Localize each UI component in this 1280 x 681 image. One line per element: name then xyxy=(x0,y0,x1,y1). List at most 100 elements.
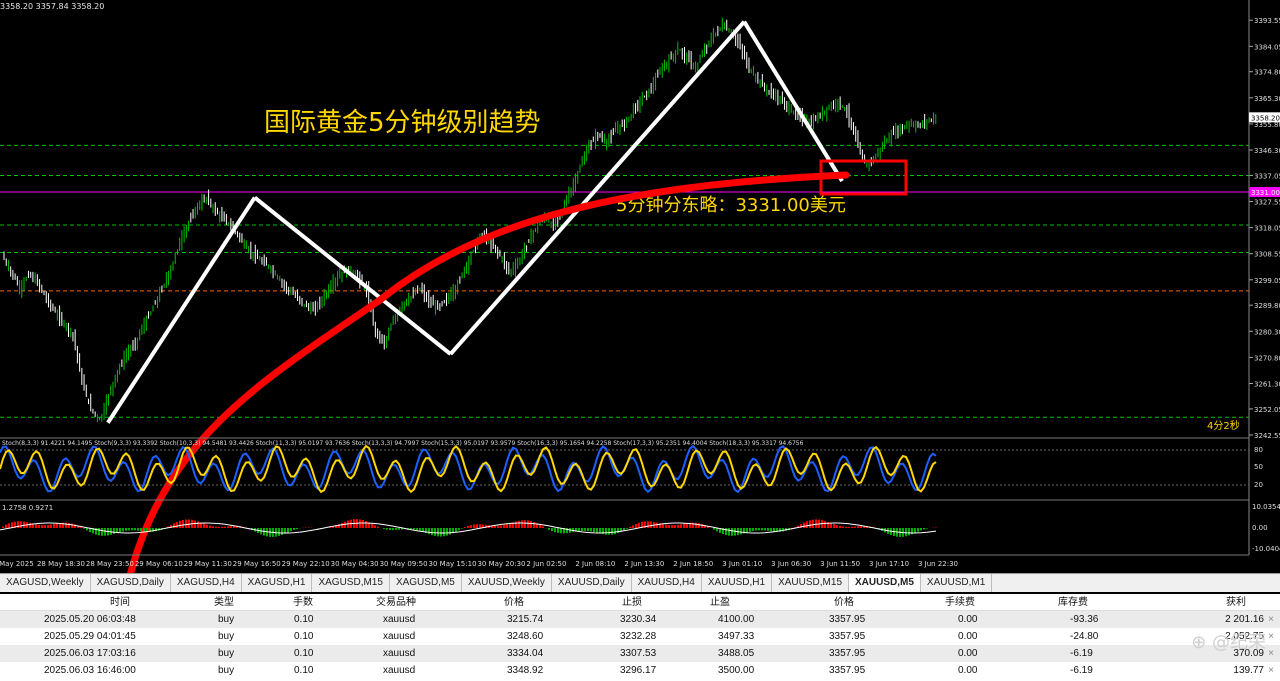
table-row[interactable]: 2025.05.20 06:03:48 buy 0.10 xauusd 3215.74 3… xyxy=(0,611,1280,628)
table-cell: 3248.60 xyxy=(507,631,544,642)
table-cell: 3500.00 xyxy=(718,665,755,676)
ohlc-readout: 3358.20 3357.84 3358.20 xyxy=(0,2,105,11)
column-header[interactable]: 库存费 xyxy=(1058,594,1088,611)
table-cell: 3307.53 xyxy=(620,648,657,659)
time-tick-label: 2 Jun 13:30 xyxy=(624,560,664,568)
table-body: 2025.05.20 06:03:48 buy 0.10 xauusd 3215.74 3… xyxy=(0,611,1280,679)
price-tick-label: 3374.80 xyxy=(1254,69,1280,77)
table-cell: buy xyxy=(218,665,235,676)
time-tick-label: 3 Jun 17:10 xyxy=(869,560,909,568)
time-tick-label: 28 May 18:30 xyxy=(37,560,85,568)
column-header[interactable]: 手续费 xyxy=(945,594,975,611)
column-header[interactable]: 时间 xyxy=(110,594,130,611)
chart-tab[interactable]: XAUUSD,Weekly xyxy=(462,574,552,592)
price-tick-label: 3384.05 xyxy=(1254,43,1280,51)
table-cell: 3357.95 xyxy=(829,614,866,625)
chart-tab[interactable]: XAGUSD,H1 xyxy=(242,574,313,592)
table-cell: xauusd xyxy=(383,631,416,642)
time-tick-label: 3 Jun 11:50 xyxy=(820,560,860,568)
table-cell: 0.00 xyxy=(958,665,978,676)
table-cell: 3334.04 xyxy=(507,648,544,659)
table-cell: 0.10 xyxy=(294,614,314,625)
price-tick-label: 3280.30 xyxy=(1254,328,1280,336)
column-header[interactable]: 类型 xyxy=(214,594,234,611)
price-tick-label: 3299.05 xyxy=(1254,277,1280,285)
table-cell: xauusd xyxy=(383,648,416,659)
table-row[interactable]: 2025.05.29 04:01:45 buy 0.10 xauusd 3248.60 3… xyxy=(0,628,1280,645)
time-tick-label: 29 May 11:30 xyxy=(184,560,232,568)
close-position-icon[interactable]: × xyxy=(1268,628,1274,645)
column-header[interactable]: 获利 xyxy=(1226,594,1246,611)
chart-tab[interactable]: XAGUSD,M15 xyxy=(312,574,390,592)
close-position-icon[interactable]: × xyxy=(1268,611,1274,628)
stoch-axis-label: 80 xyxy=(1254,446,1263,454)
time-tick-label: 29 May 22:10 xyxy=(282,560,330,568)
stoch-axis-label: 50 xyxy=(1254,463,1263,471)
column-header[interactable]: 交易品种 xyxy=(376,594,416,611)
price-tick-label: 3252.05 xyxy=(1254,406,1280,414)
table-cell: 0.00 xyxy=(958,648,978,659)
time-tick-label: 3 Jun 01:10 xyxy=(722,560,762,568)
chart-tab[interactable]: XAUUSD,H1 xyxy=(702,574,773,592)
table-cell: 0.00 xyxy=(958,614,978,625)
macd-label: 1.2758 0.9271 xyxy=(2,504,53,512)
time-tick-label: 30 May 15:10 xyxy=(429,560,477,568)
table-cell: 3357.95 xyxy=(829,648,866,659)
chart-title: 国际黄金5分钟级别趋势 xyxy=(264,108,541,138)
table-cell: 139.77 xyxy=(1233,665,1264,676)
chart-tab[interactable]: XAUUSD,M15 xyxy=(772,574,849,592)
chart-tab[interactable]: XAUUSD,M1 xyxy=(921,574,993,592)
price-tick-label: 3261.30 xyxy=(1254,380,1280,388)
chart-tab[interactable]: XAGUSD,M5 xyxy=(390,574,462,592)
close-position-icon[interactable]: × xyxy=(1268,645,1274,662)
time-tick-label: 28 May 2025 xyxy=(0,560,34,568)
table-cell: buy xyxy=(218,648,235,659)
table-cell: -6.19 xyxy=(1070,665,1093,676)
chart-tab-bar: XAGUSD,Weekly XAGUSD,Daily XAGUSD,H4 XAGUSD… xyxy=(0,573,1280,592)
table-cell: 2025.06.03 17:03:16 xyxy=(44,648,136,659)
chart-tab[interactable]: XAUUSD,M5 xyxy=(849,574,921,592)
table-row[interactable]: 2025.06.03 16:46:00 buy 0.10 xauusd 3348.92 3… xyxy=(0,662,1280,679)
price-tick-label: 3308.55 xyxy=(1254,251,1280,259)
time-tick-label: 29 May 06:10 xyxy=(135,560,183,568)
chart-tab[interactable]: XAGUSD,Daily xyxy=(91,574,171,592)
trend-line xyxy=(106,196,257,424)
column-header[interactable]: 止盈 xyxy=(710,594,730,611)
watermark: ⊕ @纪荣 xyxy=(1191,632,1266,653)
time-tick-label: 2 Jun 02:50 xyxy=(526,560,566,568)
price-tick-label: 3393.55 xyxy=(1254,17,1280,25)
time-tick-label: 2 Jun 08:10 xyxy=(575,560,615,568)
chart-tab[interactable]: XAGUSD,Weekly xyxy=(0,574,91,592)
price-chart[interactable]: 3393.553384.053374.803365.303358.203355.… xyxy=(0,0,1280,573)
macd-axis-label: 0.00 xyxy=(1252,524,1268,532)
close-position-icon[interactable]: × xyxy=(1268,662,1274,679)
table-cell: 0.10 xyxy=(294,648,314,659)
price-tick-label: 3337.05 xyxy=(1254,172,1280,180)
column-header[interactable]: 止损 xyxy=(622,594,642,611)
table-cell: -6.19 xyxy=(1070,648,1093,659)
column-header[interactable]: 手数 xyxy=(293,594,313,611)
column-header[interactable]: 价格 xyxy=(834,594,854,611)
table-cell: 3348.92 xyxy=(507,665,544,676)
price-tick-label: 3270.80 xyxy=(1254,354,1280,362)
time-tick-label: 30 May 20:30 xyxy=(477,560,525,568)
time-tick-label: 30 May 04:30 xyxy=(331,560,379,568)
time-tick-label: 28 May 23:50 xyxy=(86,560,134,568)
table-cell: 2025.05.20 06:03:48 xyxy=(44,614,136,625)
chart-tab[interactable]: XAUUSD,H4 xyxy=(632,574,702,592)
support-annotation: 5分钟分东略：3331.00美元 xyxy=(616,195,846,216)
trend-line xyxy=(253,195,452,356)
chart-tab[interactable]: XAGUSD,H4 xyxy=(171,574,242,592)
table-cell: -24.80 xyxy=(1070,631,1099,642)
table-cell: -93.36 xyxy=(1070,614,1099,625)
column-header[interactable]: 价格 xyxy=(504,594,524,611)
time-tick-label: 3 Jun 06:30 xyxy=(771,560,811,568)
table-cell: 3357.95 xyxy=(829,665,866,676)
table-cell: 3232.28 xyxy=(620,631,657,642)
chart-tab[interactable]: XAUUSD,Daily xyxy=(552,574,632,592)
macd-axis-label: 10.0354 xyxy=(1252,503,1280,511)
time-tick-label: 30 May 09:50 xyxy=(380,560,428,568)
price-tick-label: 3346.30 xyxy=(1254,147,1280,155)
price-tick-label: 3318.05 xyxy=(1254,225,1280,233)
table-row[interactable]: 2025.06.03 17:03:16 buy 0.10 xauusd 3334.04 3… xyxy=(0,645,1280,662)
